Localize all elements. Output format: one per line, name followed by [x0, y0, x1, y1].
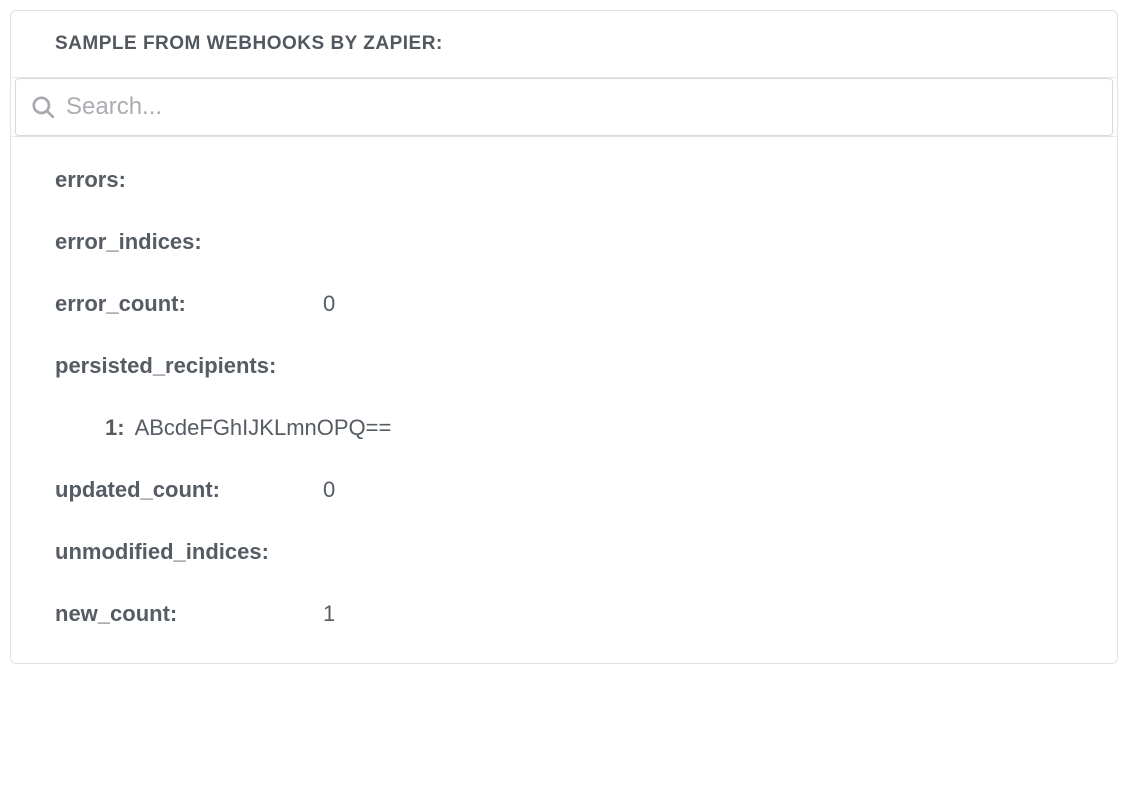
field-value: 1	[323, 601, 335, 627]
field-key: new_count:	[55, 601, 323, 627]
search-box[interactable]	[15, 78, 1113, 136]
search-icon	[30, 94, 56, 120]
field-key: error_count:	[55, 291, 323, 317]
field-new-count: new_count: 1	[55, 601, 1073, 627]
field-error-indices: error_indices:	[55, 229, 1073, 255]
panel-header: SAMPLE FROM WEBHOOKS BY ZAPIER:	[11, 11, 1117, 78]
field-key: unmodified_indices:	[55, 539, 323, 565]
sample-fields: errors: error_indices: error_count: 0 pe…	[11, 137, 1117, 663]
field-key: updated_count:	[55, 477, 323, 503]
field-error-count: error_count: 0	[55, 291, 1073, 317]
field-key: error_indices:	[55, 229, 323, 255]
field-key: persisted_recipients:	[55, 353, 323, 379]
search-input[interactable]	[66, 93, 1098, 121]
sample-panel: SAMPLE FROM WEBHOOKS BY ZAPIER: errors: …	[10, 10, 1118, 664]
field-persisted-recipients: persisted_recipients:	[55, 353, 1073, 379]
field-value: 0	[323, 477, 335, 503]
nested-persisted-recipient-1: 1: ABcdeFGhIJKLmnOPQ==	[105, 415, 1073, 441]
field-unmodified-indices: unmodified_indices:	[55, 539, 1073, 565]
panel-title: SAMPLE FROM WEBHOOKS BY ZAPIER:	[55, 33, 1087, 55]
nested-value: ABcdeFGhIJKLmnOPQ==	[135, 415, 392, 441]
field-value: 0	[323, 291, 335, 317]
field-errors: errors:	[55, 167, 1073, 193]
field-updated-count: updated_count: 0	[55, 477, 1073, 503]
nested-key: 1:	[105, 415, 125, 441]
search-section	[11, 78, 1117, 137]
field-key: errors:	[55, 167, 323, 193]
